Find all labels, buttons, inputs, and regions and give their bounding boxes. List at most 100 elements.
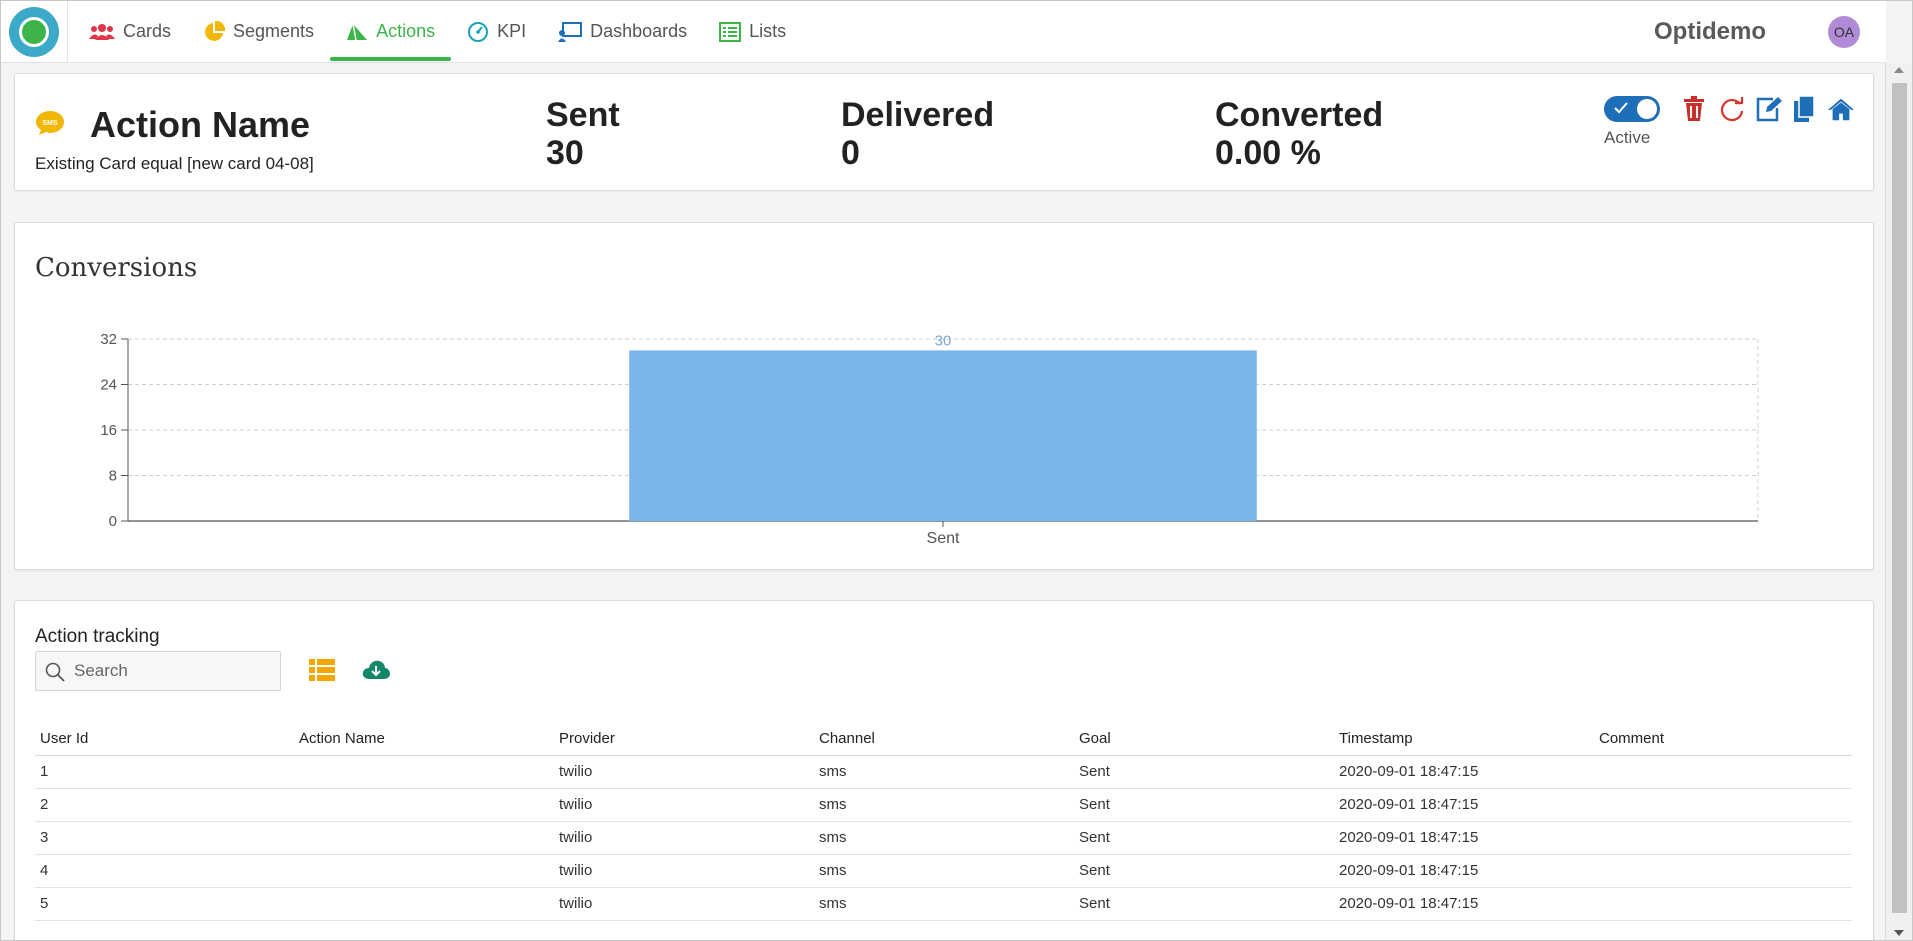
table-cell: sms xyxy=(814,755,1074,789)
sms-icon: SMS xyxy=(35,110,65,141)
column-header[interactable]: Channel xyxy=(814,723,1074,756)
search-box xyxy=(35,651,281,691)
stat-sent: Sent 30 xyxy=(546,96,620,172)
tab-dashboards[interactable]: Dashboards xyxy=(542,1,703,63)
stat-converted: Converted 0.00 % xyxy=(1215,96,1383,172)
refresh-icon xyxy=(1720,97,1744,122)
bar-data-label: 30 xyxy=(935,332,952,349)
tab-actions[interactable]: Actions xyxy=(330,1,452,63)
table-cell: sms xyxy=(814,821,1074,855)
tab-label: Dashboards xyxy=(590,21,688,41)
check-icon xyxy=(1614,102,1628,114)
edit-button[interactable] xyxy=(1755,94,1783,124)
cloud-download-icon xyxy=(362,660,390,679)
stat-label: Sent xyxy=(546,96,620,134)
table-cell: 2020-09-01 18:47:15 xyxy=(1334,821,1594,855)
vertical-scrollbar[interactable] xyxy=(1885,63,1912,940)
stat-value: 0 xyxy=(841,134,860,172)
send-icon xyxy=(346,22,368,42)
toggle-knob xyxy=(1637,99,1657,119)
stat-label: Converted xyxy=(1215,96,1384,134)
pie-chart-icon xyxy=(203,20,226,43)
table-cell xyxy=(294,854,554,888)
avatar[interactable]: OA xyxy=(1828,16,1860,48)
table-row[interactable]: 5 twilio sms Sent 2020-09-01 18:47:15 xyxy=(35,887,1852,921)
column-header[interactable]: Timestamp xyxy=(1334,723,1594,756)
table-cell xyxy=(1594,854,1852,888)
column-header[interactable]: Provider xyxy=(554,723,814,756)
table-row[interactable]: 1 twilio sms Sent 2020-09-01 18:47:15 xyxy=(35,755,1852,789)
table-cell: 3 xyxy=(35,821,294,855)
table-cell: 2020-09-01 18:47:15 xyxy=(1334,887,1594,921)
table-cell xyxy=(1594,788,1852,822)
x-tick-label: Sent xyxy=(927,530,960,547)
trash-icon xyxy=(1684,96,1704,121)
table-cell: 2020-09-01 18:47:15 xyxy=(1334,854,1594,888)
table-cell xyxy=(294,788,554,822)
tab-lists[interactable]: Lists xyxy=(703,1,802,63)
tracking-table: User Id Action Name Provider Channel Goal Tim… xyxy=(35,723,1852,921)
presentation-icon xyxy=(558,21,583,42)
tab-kpi[interactable]: KPI xyxy=(451,1,542,63)
scroll-down-icon[interactable] xyxy=(1894,930,1904,936)
table-cell: twilio xyxy=(554,755,814,789)
download-button[interactable] xyxy=(362,659,390,686)
refresh-button[interactable] xyxy=(1718,94,1746,124)
delete-button[interactable] xyxy=(1680,94,1708,124)
table-cell: sms xyxy=(814,788,1074,822)
column-header[interactable]: Goal xyxy=(1074,723,1334,756)
tracking-title: Action tracking xyxy=(35,626,160,647)
table-cell: Sent xyxy=(1074,887,1334,921)
action-title: Action Name xyxy=(90,104,311,145)
table-row[interactable]: 2 twilio sms Sent 2020-09-01 18:47:15 xyxy=(35,788,1852,822)
active-toggle[interactable] xyxy=(1604,96,1660,122)
table-cell: 5 xyxy=(35,887,294,921)
table-row[interactable]: 4 twilio sms Sent 2020-09-01 18:47:15 xyxy=(35,854,1852,888)
stat-value: 0.00 % xyxy=(1215,134,1321,172)
y-tick-label: 16 xyxy=(100,422,117,439)
scroll-up-icon[interactable] xyxy=(1894,67,1904,73)
table-cell xyxy=(1594,755,1852,789)
table-cell xyxy=(294,887,554,921)
stat-label: Delivered xyxy=(841,96,995,134)
list-view-button[interactable] xyxy=(309,659,335,686)
stat-delivered: Delivered 0 xyxy=(841,96,994,172)
top-navigation: Cards Segments Actions KPI Dashboards Li… xyxy=(1,1,1886,63)
table-header-row: User Id Action Name Provider Channel Goal Tim… xyxy=(35,723,1852,756)
table-cell: 2020-09-01 18:47:15 xyxy=(1334,755,1594,789)
tab-label: Cards xyxy=(123,21,172,41)
list-icon xyxy=(719,21,742,42)
tab-segments[interactable]: Segments xyxy=(187,1,330,63)
table-cell: twilio xyxy=(554,821,814,855)
table-cell: twilio xyxy=(554,788,814,822)
scroll-thumb[interactable] xyxy=(1892,83,1907,913)
edit-icon xyxy=(1756,97,1782,122)
table-cell: 2020-09-01 18:47:15 xyxy=(1334,788,1594,822)
home-icon xyxy=(1827,98,1855,121)
copy-button[interactable] xyxy=(1791,94,1819,124)
table-cell: sms xyxy=(814,854,1074,888)
tab-label: Lists xyxy=(749,21,787,41)
table-cell xyxy=(1594,821,1852,855)
action-tracking-card: Action tracking User IdAction NameProvid… xyxy=(14,600,1874,940)
table-row[interactable]: 3 twilio sms Sent 2020-09-01 18:47:15 xyxy=(35,821,1852,855)
table-cell: twilio xyxy=(554,887,814,921)
table-cell xyxy=(294,821,554,855)
app-logo[interactable] xyxy=(9,6,59,57)
speedometer-icon xyxy=(467,21,489,43)
search-icon xyxy=(45,662,65,687)
table-cell: Sent xyxy=(1074,755,1334,789)
conversions-chart-card: Conversions 0 8 16 24 32 30 Sent xyxy=(14,222,1874,570)
table-cell: sms xyxy=(814,887,1074,921)
stat-value: 30 xyxy=(546,134,584,172)
column-header[interactable]: Action Name xyxy=(294,723,554,756)
column-header[interactable]: Comment xyxy=(1594,723,1852,756)
tab-cards[interactable]: Cards xyxy=(73,1,187,63)
home-button[interactable] xyxy=(1827,94,1855,124)
table-cell: Sent xyxy=(1074,821,1334,855)
table-cell: 2 xyxy=(35,788,294,822)
search-input[interactable] xyxy=(74,660,274,682)
table-cell: Sent xyxy=(1074,788,1334,822)
y-tick-label: 24 xyxy=(100,377,117,394)
column-header[interactable]: User Id xyxy=(35,723,294,756)
